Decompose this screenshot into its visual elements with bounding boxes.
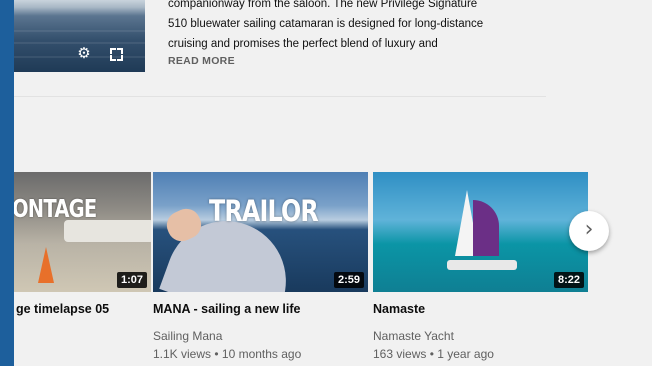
description-line: companionway from the saloon. The new Pr…: [168, 0, 478, 10]
duration-badge: 1:07: [116, 272, 147, 288]
description-line: 510 bluewater sailing catamaran is desig…: [168, 18, 484, 30]
gear-icon[interactable]: ⚙: [76, 46, 92, 62]
video-player-thumbnail[interactable]: ⚙: [14, 0, 145, 72]
section-divider: [14, 96, 546, 97]
chevron-right-icon[interactable]: ›: [569, 211, 609, 251]
duration-badge: 8:22: [553, 272, 584, 288]
left-edge-bar: [0, 0, 14, 366]
video-thumbnail[interactable]: ONTAGE 1:07: [14, 172, 151, 292]
thumbnail-overlay-text: ONTAGE: [14, 194, 97, 223]
video-title[interactable]: ge timelapse 05: [16, 302, 109, 316]
video-title[interactable]: Namaste: [373, 302, 425, 316]
video-card[interactable]: ONTAGE 1:07 ge timelapse 05: [14, 172, 151, 316]
video-thumbnail[interactable]: TRAILOR 2:59: [153, 172, 368, 292]
fullscreen-icon[interactable]: [110, 48, 123, 61]
description-line: cruising and promises the perfect blend …: [168, 38, 438, 50]
duration-badge: 2:59: [333, 272, 364, 288]
video-meta: 163 views • 1 year ago: [373, 347, 494, 361]
catamaran-graphic: [447, 260, 517, 270]
video-card[interactable]: 8:22 Namaste Namaste Yacht 163 views • 1…: [373, 172, 588, 361]
thumbnail-overlay-text: TRAILOR: [209, 194, 319, 228]
video-meta: 1.1K views • 10 months ago: [153, 347, 302, 361]
channel-name[interactable]: Sailing Mana: [153, 329, 222, 343]
read-more-link[interactable]: READ MORE: [168, 55, 235, 67]
sail-graphic: [473, 200, 499, 256]
video-thumbnail[interactable]: 8:22: [373, 172, 588, 292]
video-card[interactable]: TRAILOR 2:59 MANA - sailing a new life S…: [153, 172, 368, 361]
video-title[interactable]: MANA - sailing a new life: [153, 302, 300, 316]
video-description: companionway from the saloon. The new Pr…: [168, 0, 548, 54]
channel-name[interactable]: Namaste Yacht: [373, 329, 454, 343]
